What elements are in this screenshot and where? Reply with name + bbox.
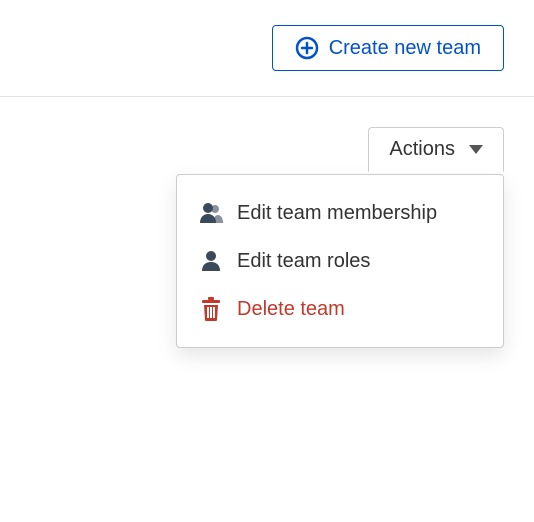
trash-icon (199, 297, 223, 321)
person-icon (199, 249, 223, 273)
menu-item-edit-membership[interactable]: Edit team membership (177, 189, 503, 237)
people-icon (199, 201, 223, 225)
create-team-button[interactable]: Create new team (272, 25, 504, 71)
actions-button[interactable]: Actions (368, 127, 504, 172)
plus-circle-icon (295, 36, 319, 60)
actions-area: Actions Edit team membership (0, 97, 534, 172)
menu-item-delete-team[interactable]: Delete team (177, 285, 503, 333)
header-bar: Create new team (0, 0, 534, 97)
chevron-down-icon (469, 145, 483, 155)
menu-item-edit-roles[interactable]: Edit team roles (177, 237, 503, 285)
menu-item-label: Edit team membership (237, 202, 437, 225)
menu-item-label: Delete team (237, 298, 345, 321)
create-team-label: Create new team (329, 37, 481, 60)
actions-label: Actions (389, 138, 455, 161)
actions-dropdown: Edit team membership Edit team roles (176, 174, 504, 348)
menu-item-label: Edit team roles (237, 250, 370, 273)
